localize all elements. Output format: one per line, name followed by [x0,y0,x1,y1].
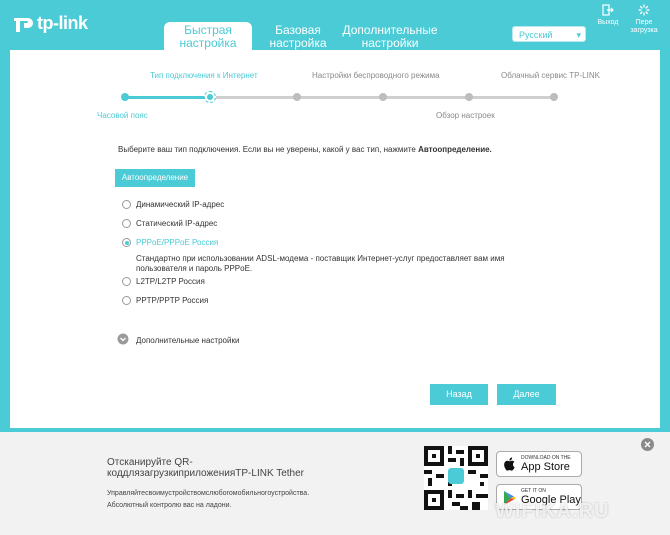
app-store-button[interactable]: DOWNLOAD ON THE App Store [496,451,582,477]
tab-quick-setup[interactable]: Быстрая настройка [164,22,252,52]
option-label-static-ip: Статический IP-адрес [136,219,218,228]
promo-desc-line2: Абсолютный контролю вас на ладони. [107,502,232,509]
language-select[interactable]: Русский ▾ [512,26,586,42]
instruction-bold: Автоопределение. [418,145,492,154]
radio-l2tp[interactable] [122,277,131,286]
reboot-button[interactable]: Пере загрузка [626,4,662,35]
step-dot-6 [550,93,558,101]
step-dot-timezone [121,93,129,101]
step-label-wireless: Настройки беспроводного режима [312,71,440,80]
apple-icon [504,457,515,471]
radio-static-ip[interactable] [122,219,131,228]
radio-pptp[interactable] [122,296,131,305]
reboot-icon [638,4,650,16]
logout-label: Выход [597,19,619,26]
logo-text: tp-link [37,12,88,33]
tab-basic[interactable]: Базовая настройка [258,22,338,52]
progress-track-done [125,96,210,99]
qr-code-icon [424,446,488,510]
promo-qr-line2: коддлязагрузкиприложенияTP-LINK Tether [107,468,305,479]
advanced-settings-toggle[interactable]: Дополнительные настройки [117,333,277,347]
tab-advanced[interactable]: Дополнительные настройки [338,22,442,52]
step-label-timezone: Часовой пояс [97,111,148,120]
step-label-cloud: Облачный сервис TP-LINK [501,71,600,80]
step-dot-4 [379,93,387,101]
step-dot-current [204,91,216,103]
pppoe-description-line1: Стандартно при использовании ADSL-модема… [136,254,505,263]
tp-link-logo-icon [14,18,33,32]
promo-desc-line1: Управляйтесвоимустройствомслюбогомобильн… [107,490,310,497]
app-store-big-text: App Store [521,461,570,473]
pppoe-description-line2: пользователя и пароль PPPoE. [136,264,253,273]
wizard-panel: Тип подключения к Интернет Настройки бес… [10,50,660,428]
step-label-connection-type: Тип подключения к Интернет [150,71,258,80]
instruction-text: Выберите ваш тип подключения. Если вы не… [118,145,492,154]
instruction-main: Выберите ваш тип подключения. Если вы не… [118,145,419,154]
next-button[interactable]: Далее [497,384,556,405]
app-promo-footer: Отсканируйте QR- коддлязагрузкиприложени… [0,432,670,535]
watermark-text: WIFIKA.RU [495,500,610,522]
reboot-label: Пере загрузка [630,19,658,34]
close-icon[interactable] [641,438,654,451]
step-label-summary: Обзор настроек [436,111,495,120]
radio-pppoe[interactable] [122,238,131,247]
radio-dynamic-ip[interactable] [122,200,131,209]
option-label-pptp: PPTP/PPTP Россия [136,296,209,305]
chevron-down-icon: ▾ [576,30,581,40]
top-header: tp-link Быстрая настройка Базовая настро… [0,0,670,52]
option-label-dynamic-ip: Динамический IP-адрес [136,200,225,209]
autodetect-button[interactable]: Автоопределение [115,169,195,187]
tp-link-logo: tp-link [11,12,88,34]
option-label-l2tp: L2TP/L2TP Россия [136,277,205,286]
promo-qr-line1: Отсканируйте QR- [107,457,193,468]
option-label-pppoe: PPPoE/PPPoE Россия [136,238,219,247]
back-button[interactable]: Назад [430,384,488,405]
step-dot-3 [293,93,301,101]
advanced-settings-label: Дополнительные настройки [136,336,240,345]
chevron-down-circle-icon [117,333,129,345]
step-dot-5 [465,93,473,101]
logout-button[interactable]: Выход [594,4,622,27]
logout-icon [602,4,614,16]
language-value: Русский [519,30,553,40]
